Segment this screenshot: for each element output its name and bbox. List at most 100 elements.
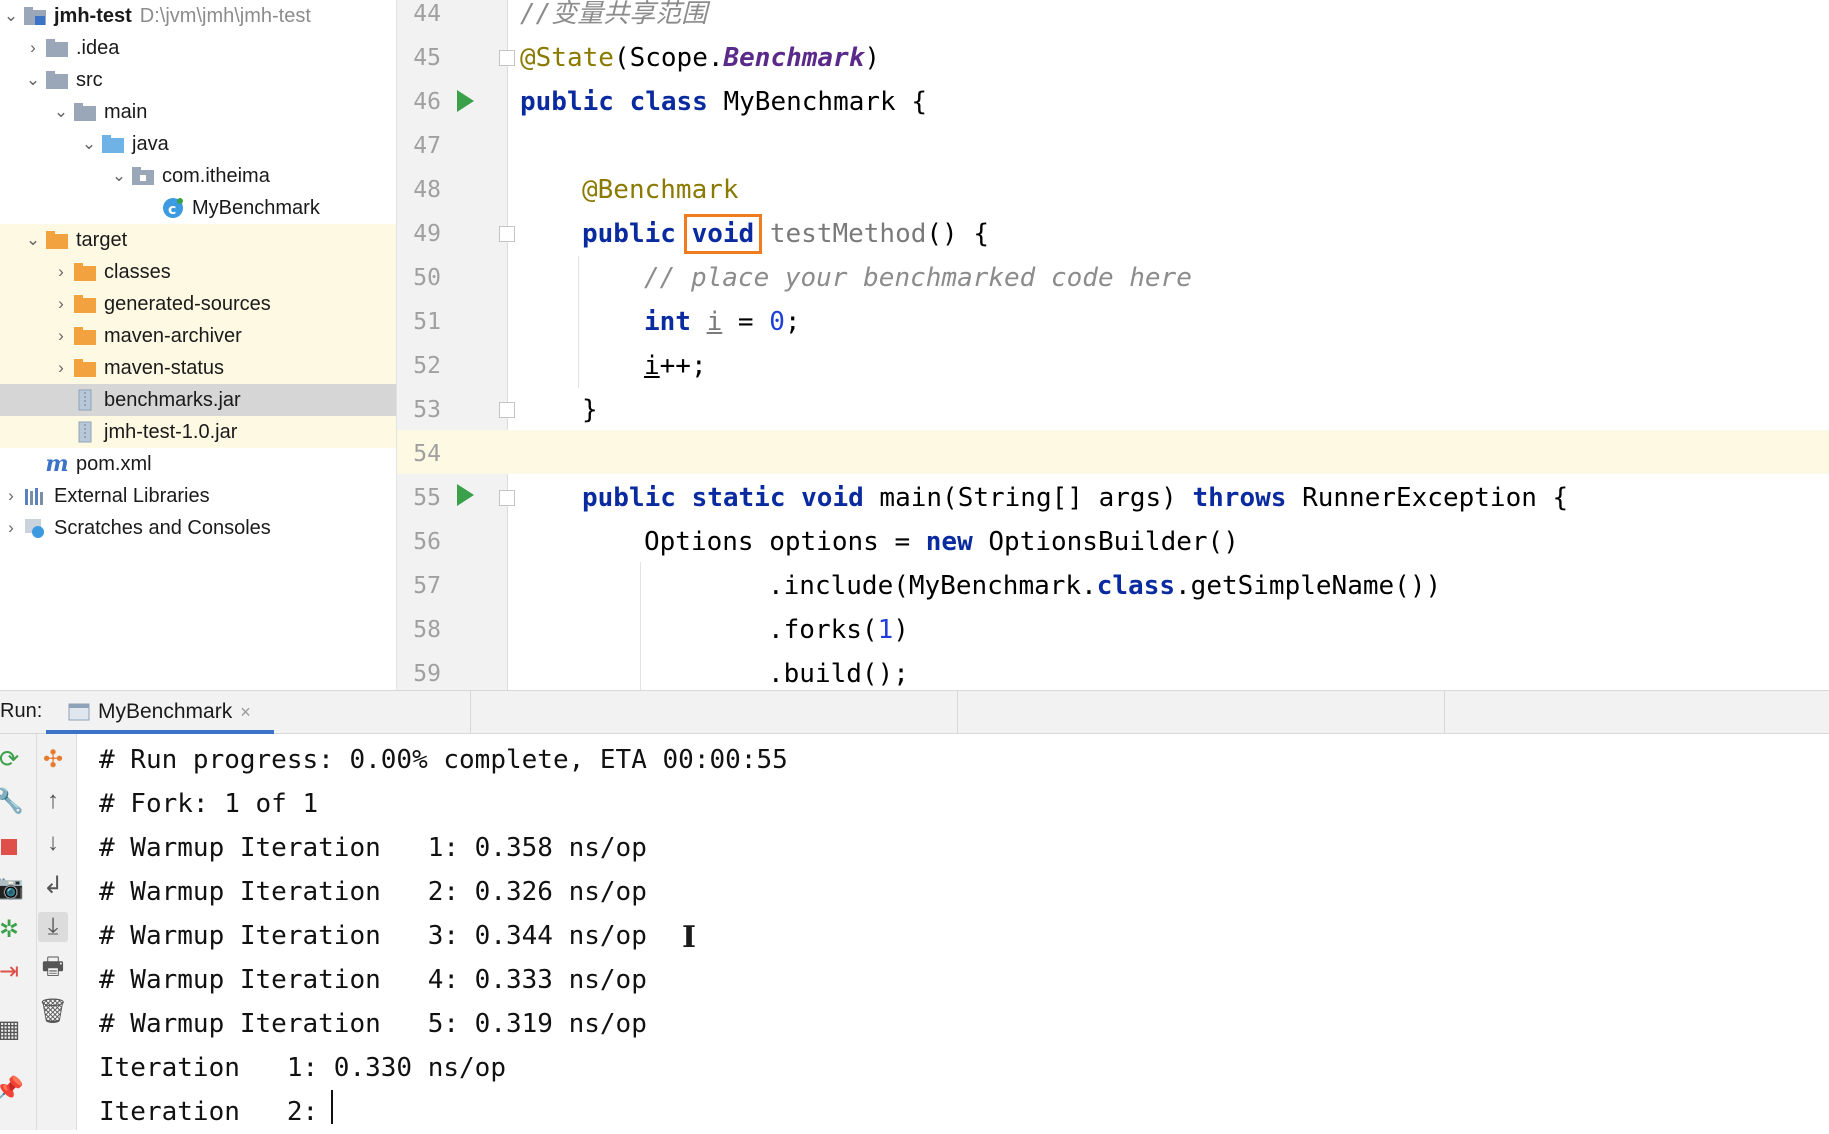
run-gutter-icon[interactable] bbox=[457, 90, 474, 112]
tree-item-label: MyBenchmark bbox=[192, 196, 320, 219]
tree-item-main[interactable]: ⌄ main bbox=[0, 96, 396, 128]
tree-root-path: D:\jvm\jmh\jmh-test bbox=[139, 4, 311, 27]
highlight-box bbox=[684, 214, 762, 254]
arrow-down-icon[interactable]: ↓ bbox=[38, 828, 68, 858]
excluded-folder-icon bbox=[44, 229, 70, 251]
chevron-right-icon[interactable]: › bbox=[50, 262, 72, 282]
module-folder-icon bbox=[22, 5, 48, 27]
tree-item-mybenchmark[interactable]: › c MyBenchmark bbox=[0, 192, 396, 224]
close-icon[interactable]: × bbox=[240, 702, 251, 723]
tree-item-maven-status[interactable]: › maven-status bbox=[0, 352, 396, 384]
run-tab-mybenchmark[interactable]: MyBenchmark × bbox=[46, 690, 274, 734]
console-line: # Warmup Iteration 1: 0.358 ns/op bbox=[99, 833, 647, 863]
tree-item-idea[interactable]: › .idea bbox=[0, 32, 396, 64]
tree-item-root[interactable]: ⌄ jmh-test D:\jvm\jmh\jmh-test bbox=[0, 0, 396, 32]
chevron-down-icon[interactable]: ⌄ bbox=[22, 230, 44, 250]
tree-item-target[interactable]: ⌄ target bbox=[0, 224, 396, 256]
tree-item-generated-sources[interactable]: › generated-sources bbox=[0, 288, 396, 320]
tree-item-maven-archiver[interactable]: › maven-archiver bbox=[0, 320, 396, 352]
trash-icon[interactable]: 🗑 bbox=[38, 996, 68, 1026]
tree-item-label: target bbox=[76, 228, 128, 251]
current-line-highlight bbox=[397, 430, 1829, 474]
wrench-icon[interactable]: 🔧 bbox=[0, 786, 24, 816]
fold-marker-icon[interactable] bbox=[499, 226, 515, 242]
chevron-down-icon[interactable]: ⌄ bbox=[22, 70, 44, 90]
chevron-right-icon[interactable]: › bbox=[50, 294, 72, 314]
chevron-right-icon[interactable]: › bbox=[0, 486, 22, 506]
chevron-right-icon[interactable]: › bbox=[50, 326, 72, 346]
tree-item-package[interactable]: ⌄ com.itheima bbox=[0, 160, 396, 192]
tree-item-label: classes bbox=[104, 260, 171, 283]
console-line: # Fork: 1 of 1 bbox=[99, 789, 319, 819]
exit-icon[interactable]: ⇥ bbox=[0, 956, 24, 986]
excluded-folder-icon bbox=[72, 293, 98, 315]
run-toolbar: ⟳ 🔧 📷 ✲ ⇥ ▦ 📌 ✣ ↑ ↓ ↲ ⤓ 🖶 🗑 bbox=[0, 734, 77, 1130]
run-tool-window-header bbox=[0, 690, 1829, 734]
run-tab-label: MyBenchmark bbox=[98, 700, 233, 723]
tree-item-label: com.itheima bbox=[162, 164, 270, 187]
layout-icon[interactable]: ▦ bbox=[0, 1014, 24, 1044]
line-number: 52 bbox=[413, 353, 441, 379]
print-icon[interactable]: 🖶 bbox=[38, 953, 68, 984]
pin-icon[interactable]: 📌 bbox=[0, 1074, 24, 1104]
code-line-49: public void testMethod() { bbox=[582, 219, 990, 249]
jar-file-icon bbox=[72, 421, 98, 443]
tree-item-src[interactable]: ⌄ src bbox=[0, 64, 396, 96]
java-class-icon: c bbox=[160, 197, 186, 219]
line-number: 47 bbox=[413, 133, 441, 159]
svg-text:c: c bbox=[168, 202, 176, 218]
tree-item-label: benchmarks.jar bbox=[104, 388, 241, 411]
console-line: # Warmup Iteration 2: 0.326 ns/op bbox=[99, 877, 647, 907]
console-line: # Warmup Iteration 5: 0.319 ns/op bbox=[99, 1009, 647, 1039]
chevron-down-icon[interactable]: ⌄ bbox=[0, 6, 22, 26]
settings-icon[interactable]: ✣ bbox=[38, 744, 68, 774]
fold-marker-icon[interactable] bbox=[499, 490, 515, 506]
debug-icon[interactable]: ✲ bbox=[0, 914, 24, 944]
tree-item-java[interactable]: ⌄ java bbox=[0, 128, 396, 160]
folder-icon bbox=[72, 101, 98, 123]
tree-item-label: java bbox=[132, 132, 169, 155]
console-line: # Run progress: 0.00% complete, ETA 00:0… bbox=[99, 745, 788, 775]
tree-item-pom[interactable]: › m pom.xml bbox=[0, 448, 396, 480]
panel-separator bbox=[1444, 690, 1445, 734]
chevron-right-icon[interactable]: › bbox=[50, 358, 72, 378]
mouse-ibeam-cursor: I bbox=[682, 920, 697, 955]
tree-item-label: maven-status bbox=[104, 356, 225, 379]
chevron-down-icon[interactable]: ⌄ bbox=[78, 134, 100, 154]
chevron-down-icon[interactable]: ⌄ bbox=[108, 166, 130, 186]
code-line-52: i++; bbox=[644, 351, 707, 381]
scroll-to-end-icon[interactable]: ⤓ bbox=[38, 912, 68, 942]
code-line-48: @Benchmark bbox=[582, 175, 739, 205]
fold-marker-icon[interactable] bbox=[499, 402, 515, 418]
library-icon bbox=[22, 485, 48, 507]
tree-item-benchmarks-jar[interactable]: › benchmarks.jar bbox=[0, 384, 396, 416]
tree-item-classes[interactable]: › classes bbox=[0, 256, 396, 288]
arrow-up-icon[interactable]: ↑ bbox=[38, 786, 68, 816]
source-folder-icon bbox=[100, 133, 126, 155]
tree-item-label: main bbox=[104, 100, 148, 123]
fold-marker-icon[interactable] bbox=[499, 50, 515, 66]
code-line-58: .forks(1) bbox=[768, 615, 909, 645]
line-number: 49 bbox=[413, 221, 441, 247]
project-tree-panel: ⌄ jmh-test D:\jvm\jmh\jmh-test › .idea ⌄… bbox=[0, 0, 397, 690]
line-number: 53 bbox=[413, 397, 441, 423]
camera-icon[interactable]: 📷 bbox=[0, 872, 24, 902]
folder-icon bbox=[44, 69, 70, 91]
tree-item-scratches[interactable]: › Scratches and Consoles bbox=[0, 512, 396, 544]
run-gutter-icon[interactable] bbox=[457, 484, 474, 506]
chevron-down-icon[interactable]: ⌄ bbox=[50, 102, 72, 122]
line-number: 58 bbox=[413, 617, 441, 643]
tree-item-external-libraries[interactable]: › External Libraries bbox=[0, 480, 396, 512]
tree-item-label: src bbox=[76, 68, 103, 91]
rerun-icon[interactable]: ⟳ bbox=[0, 744, 24, 774]
tree-item-jmh-test-jar[interactable]: › jmh-test-1.0.jar bbox=[0, 416, 396, 448]
soft-wrap-icon[interactable]: ↲ bbox=[38, 870, 68, 900]
chevron-right-icon[interactable]: › bbox=[0, 518, 22, 538]
panel-separator bbox=[470, 690, 471, 734]
text-caret bbox=[331, 1090, 333, 1124]
code-line-57: .include(MyBenchmark.class.getSimpleName… bbox=[768, 571, 1442, 601]
stop-icon[interactable] bbox=[0, 832, 24, 862]
excluded-folder-icon bbox=[72, 325, 98, 347]
tree-item-label: jmh-test-1.0.jar bbox=[104, 420, 238, 443]
chevron-right-icon[interactable]: › bbox=[22, 38, 44, 58]
